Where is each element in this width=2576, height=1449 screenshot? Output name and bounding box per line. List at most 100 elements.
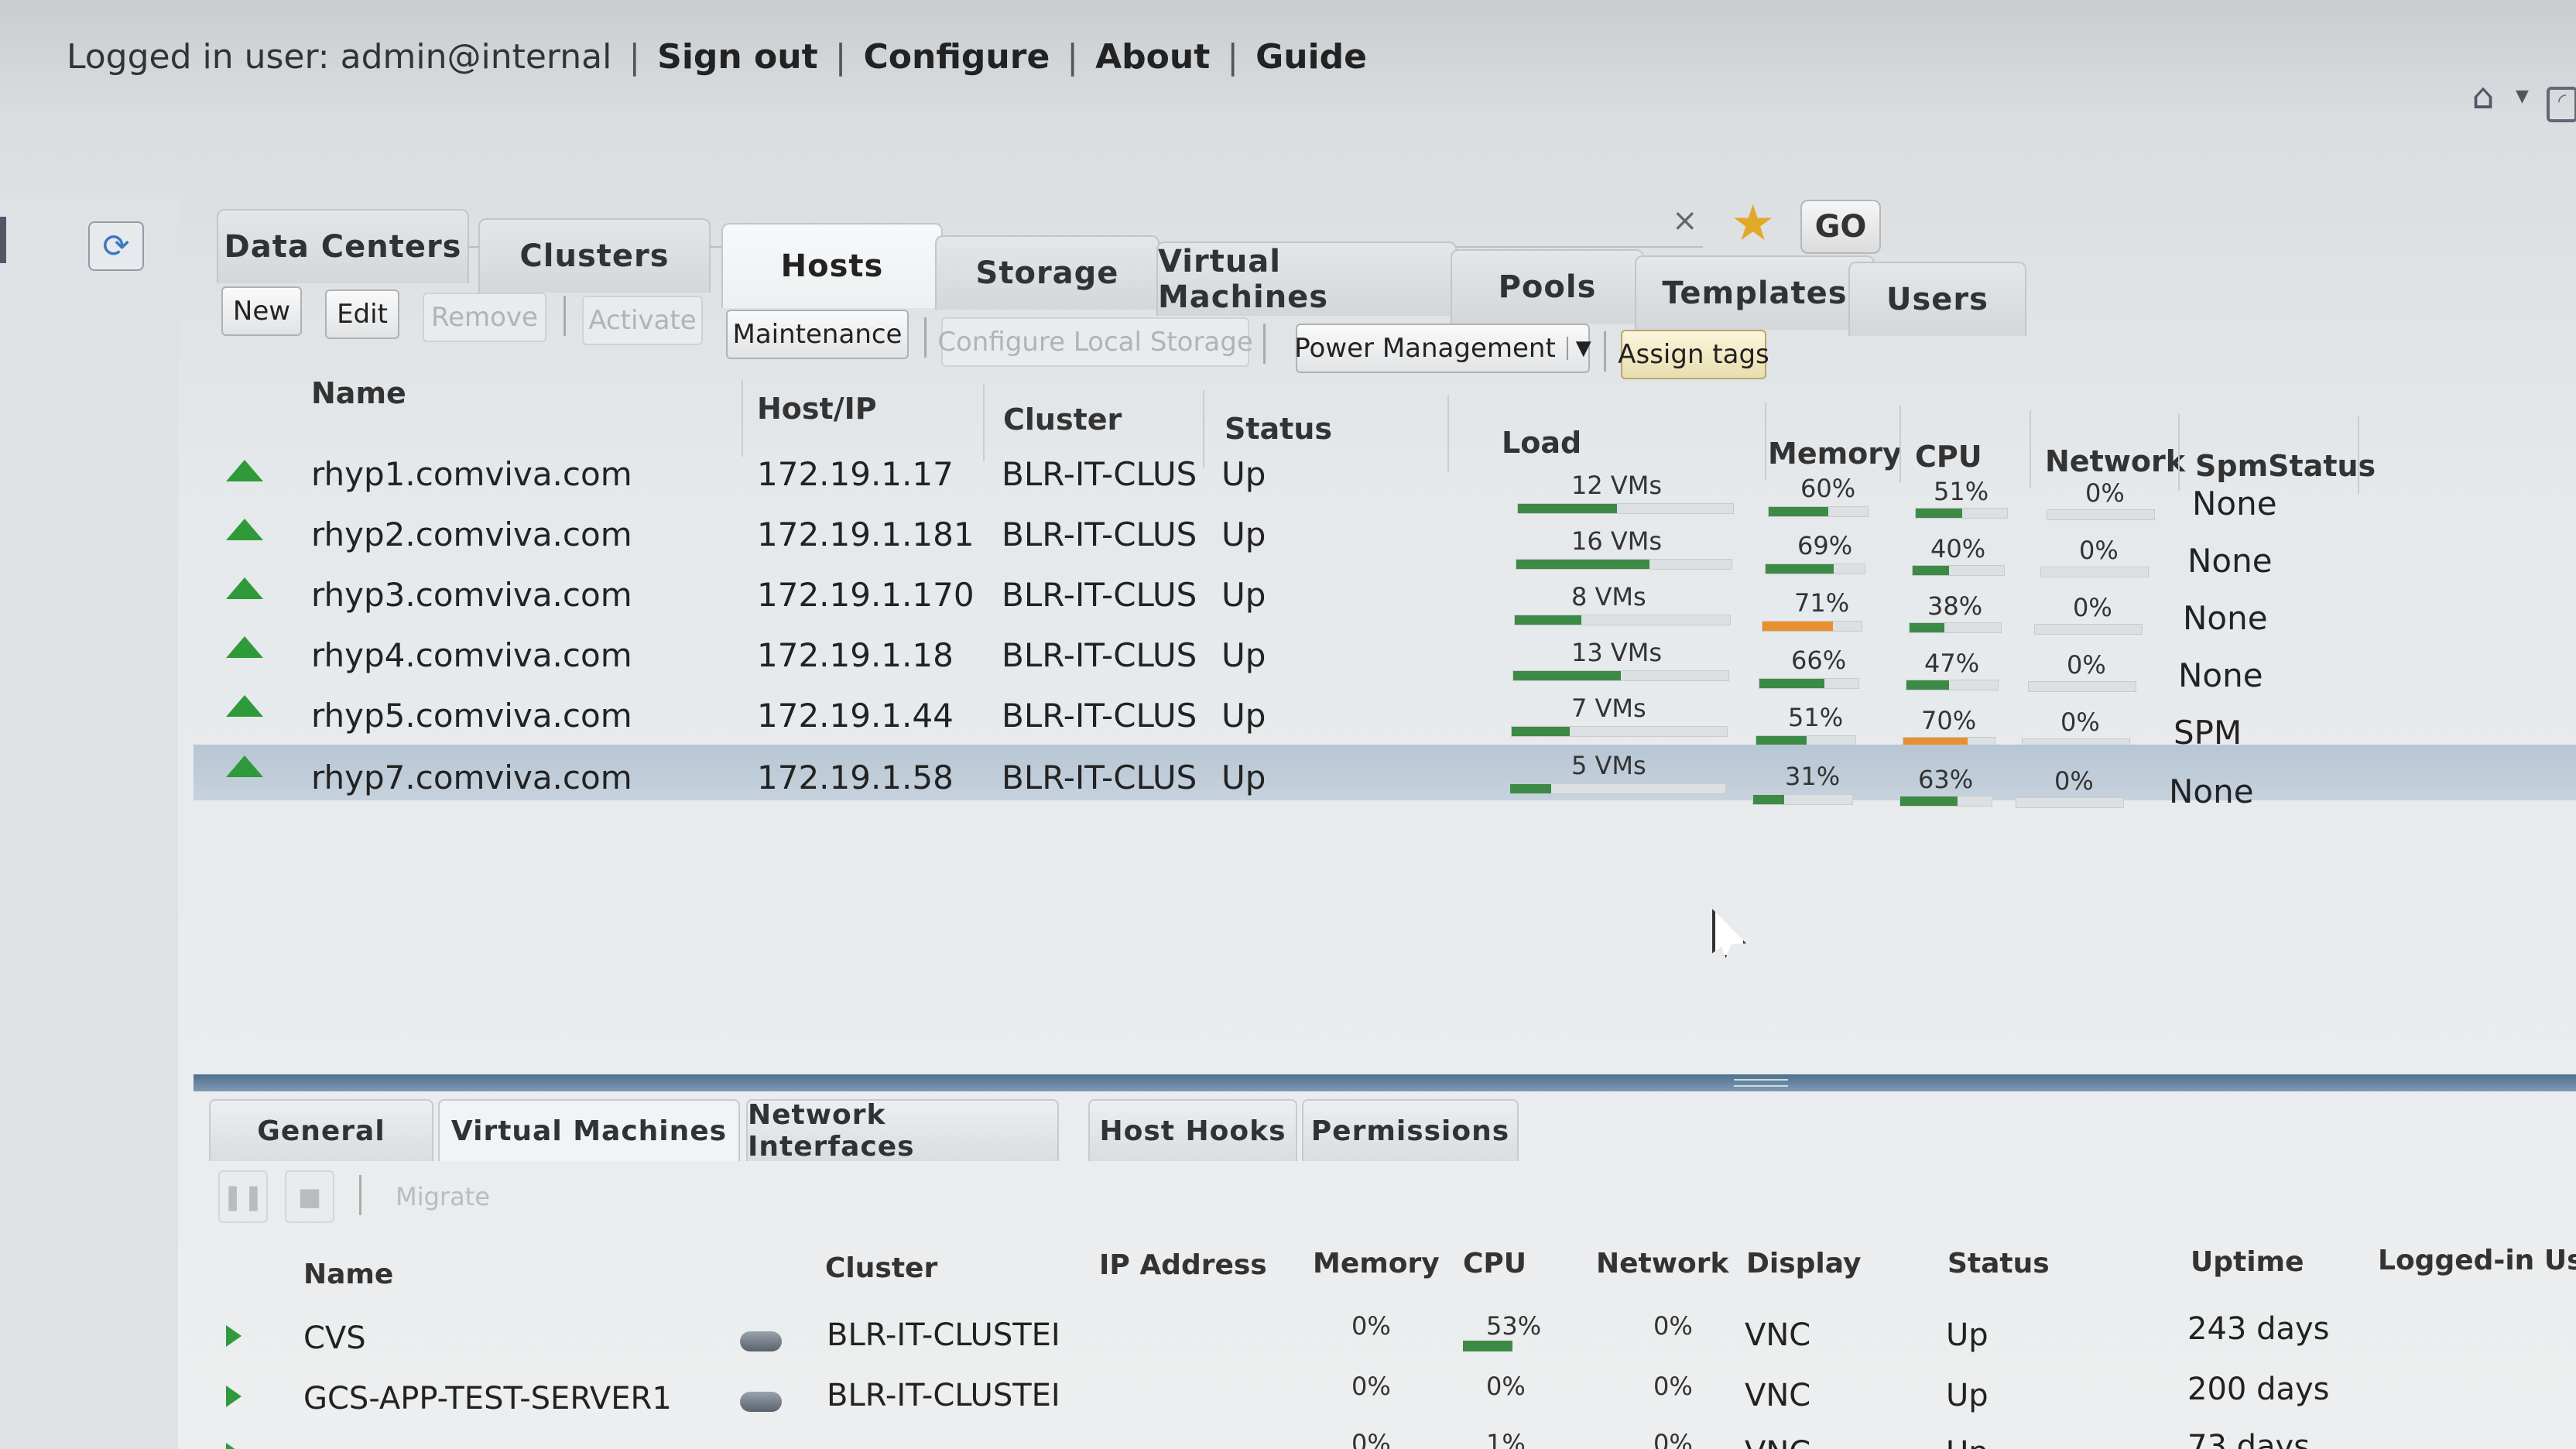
network-label: 0%: [2079, 536, 2119, 565]
column-header-cluster[interactable]: Cluster: [825, 1252, 937, 1284]
memory-bar-fill: [1753, 795, 1784, 804]
vm-table-row[interactable]: GCS-APP-TEST-SERVER1 BLR-IT-CLUSTEI 0% 0% 0%…: [194, 1372, 2576, 1429]
subtab-virtual-machines[interactable]: Virtual Machines: [438, 1099, 740, 1161]
vm-type-icon: [740, 1331, 782, 1351]
table-row[interactable]: rhyp2.comviva.com 172.19.1.181 BLR-IT-CLUS…: [194, 508, 2576, 580]
expand-arrow-icon[interactable]: [226, 1386, 242, 1407]
about-link[interactable]: About: [1078, 37, 1227, 77]
refresh-icon[interactable]: ⟳: [88, 221, 144, 271]
configure-link[interactable]: Configure: [846, 37, 1067, 77]
activate-button[interactable]: Activate: [582, 296, 703, 345]
remove-button[interactable]: Remove: [423, 293, 546, 342]
network-label: 0%: [2067, 650, 2106, 680]
column-header-status[interactable]: Status: [1225, 412, 1332, 446]
host-ip: 172.19.1.17: [757, 455, 954, 493]
table-row[interactable]: rhyp3.comviva.com 172.19.1.170 BLR-IT-CLUS…: [194, 567, 2576, 637]
host-ip: 172.19.1.58: [757, 759, 954, 796]
table-row[interactable]: rhyp7.comviva.com 172.19.1.58 BLR-IT-CLUS U…: [194, 745, 2576, 810]
home-icon[interactable]: ⌂: [2461, 74, 2505, 118]
table-row[interactable]: rhyp1.comviva.com 172.19.1.17 BLR-IT-CLUS U…: [194, 449, 2576, 522]
column-header-network[interactable]: Network: [1596, 1248, 1728, 1279]
expand-arrow-icon[interactable]: [226, 1325, 242, 1347]
memory-bar: [1752, 794, 1853, 805]
vm-type-icon: [740, 1392, 782, 1412]
edit-button[interactable]: Edit: [325, 289, 399, 339]
vm-table-row[interactable]: 0% 1% 0% VNC Up 73 days: [194, 1429, 2576, 1449]
hosts-toolbar: New Edit Remove Activate Maintenance Con…: [218, 286, 2153, 379]
column-header-host-ip[interactable]: Host/IP: [757, 392, 877, 426]
column-header-uptime[interactable]: Uptime: [2191, 1246, 2304, 1278]
host-ip: 172.19.1.181: [757, 516, 975, 553]
column-header-cpu[interactable]: CPU: [1463, 1248, 1526, 1279]
column-header-display[interactable]: Display: [1746, 1248, 1861, 1279]
splitter-grip[interactable]: [1734, 1079, 1788, 1087]
vm-uptime: 243 days: [2187, 1311, 2330, 1347]
cpu-label: 70%: [1921, 706, 1977, 735]
vm-network: 0%: [1653, 1311, 1693, 1341]
chevron-down-icon[interactable]: ▼: [2516, 87, 2529, 106]
vm-memory: 0%: [1351, 1311, 1391, 1341]
pause-icon[interactable]: ❚❚: [218, 1170, 268, 1223]
column-header-name[interactable]: Name: [311, 376, 406, 410]
separator: |: [1067, 36, 1079, 77]
host-cluster: BLR-IT-CLUS: [1002, 759, 1195, 796]
network-bar: [2016, 797, 2124, 808]
separator: |: [834, 36, 847, 77]
table-row[interactable]: rhyp4.comviva.com 172.19.1.18 BLR-IT-CLUS U…: [194, 625, 2576, 694]
vm-cpu-bar-fill: [1463, 1341, 1512, 1351]
subtab-general[interactable]: General: [209, 1099, 433, 1161]
table-row[interactable]: rhyp5.comviva.com 172.19.1.44 BLR-IT-CLUS U…: [194, 684, 2576, 752]
vm-toolbar: ❚❚ ■ Migrate: [215, 1170, 602, 1229]
host-name: rhyp4.comviva.com: [311, 636, 632, 674]
subtab-network-interfaces[interactable]: Network Interfaces: [746, 1099, 1059, 1163]
stop-icon[interactable]: ■: [285, 1170, 334, 1223]
host-cluster: BLR-IT-CLUS: [1002, 697, 1195, 735]
network-label: 0%: [2060, 707, 2100, 737]
vm-network: 0%: [1653, 1429, 1693, 1449]
host-cluster: BLR-IT-CLUS: [1002, 455, 1195, 493]
host-status: Up: [1221, 576, 1266, 614]
cpu-label: 51%: [1934, 477, 1989, 506]
vm-display: VNC: [1745, 1435, 1810, 1449]
panel-splitter[interactable]: [194, 1074, 2576, 1091]
column-header-cluster[interactable]: Cluster: [1003, 402, 1122, 437]
memory-label: 66%: [1791, 646, 1847, 675]
tab-clusters[interactable]: Clusters: [478, 218, 711, 293]
host-cluster: BLR-IT-CLUS: [1002, 636, 1195, 674]
vm-cluster: BLR-IT-CLUSTEI: [827, 1378, 1060, 1413]
vm-uptime: 200 days: [2187, 1372, 2330, 1407]
column-header-status[interactable]: Status: [1947, 1248, 2050, 1279]
column-header-logged-in-user[interactable]: Logged-in User: [2378, 1245, 2576, 1276]
sign-out-link[interactable]: Sign out: [640, 37, 835, 77]
rss-feed-icon[interactable]: ◜: [2547, 87, 2576, 122]
column-header-ip-address[interactable]: IP Address: [1099, 1249, 1267, 1281]
memory-label: 71%: [1794, 588, 1850, 618]
vm-status: Up: [1946, 1317, 1989, 1353]
new-button[interactable]: New: [221, 286, 302, 336]
host-ip: 172.19.1.170: [757, 576, 975, 614]
vm-name: CVS: [303, 1321, 366, 1356]
expand-arrow-icon[interactable]: [226, 1443, 242, 1449]
status-up-icon: [226, 695, 263, 717]
subtab-host-hooks[interactable]: Host Hooks: [1088, 1099, 1297, 1161]
guide-link[interactable]: Guide: [1238, 37, 1384, 77]
subtab-permissions[interactable]: Permissions: [1302, 1099, 1519, 1161]
vm-memory: 0%: [1351, 1372, 1391, 1401]
load-label: 12 VMs: [1571, 471, 1663, 500]
status-up-icon: [226, 755, 263, 777]
hosts-table: Name Host/IP Cluster Status Load Memory …: [194, 348, 2576, 1122]
vm-display: VNC: [1745, 1317, 1811, 1353]
migrate-button[interactable]: Migrate: [381, 1170, 505, 1223]
column-header-memory[interactable]: Memory: [1313, 1248, 1440, 1279]
host-status: Up: [1221, 697, 1266, 735]
tab-data-centers[interactable]: Data Centers: [217, 209, 469, 283]
load-label: 8 VMs: [1571, 582, 1646, 611]
load-bar: [1511, 726, 1728, 737]
load-bar-fill: [1512, 727, 1571, 736]
spm-status: None: [2169, 772, 2254, 810]
vm-table-row[interactable]: CVS BLR-IT-CLUSTEI 0% 53% 0% VNC Up 243 days: [194, 1311, 2576, 1368]
toolbar-divider: [564, 296, 566, 336]
load-label: 13 VMs: [1571, 638, 1663, 667]
column-header-name[interactable]: Name: [303, 1259, 393, 1290]
host-ip: 172.19.1.18: [757, 636, 954, 674]
